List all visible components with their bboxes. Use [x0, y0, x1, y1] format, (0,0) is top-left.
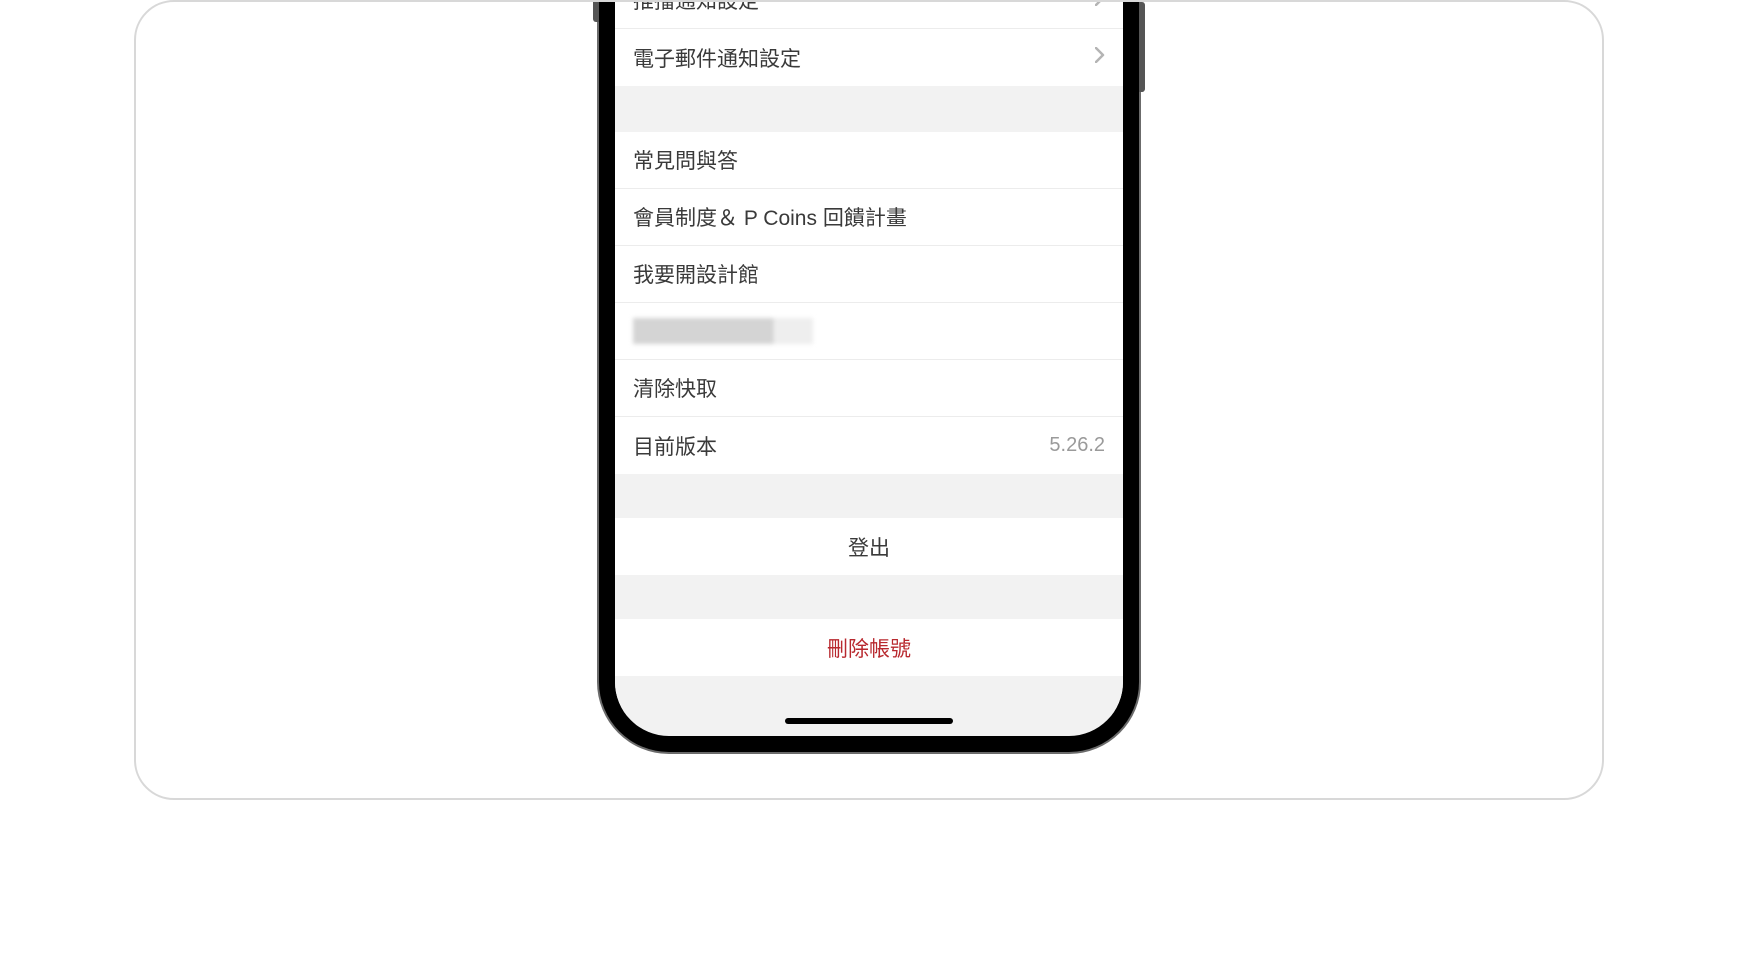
membership-label: 會員制度＆ P Coins 回饋計畫: [633, 202, 907, 232]
phone-wrapper: 推播通知設定 電子郵件通知設定: [599, 0, 1139, 752]
faq-row[interactable]: 常見問與答: [615, 132, 1123, 189]
section-gap: [615, 575, 1123, 619]
open-shop-label: 我要開設計館: [633, 259, 759, 289]
push-notification-label: 推播通知設定: [633, 0, 759, 15]
phone-device-frame: 推播通知設定 電子郵件通知設定: [599, 0, 1139, 752]
section-gap: [615, 474, 1123, 518]
chevron-right-icon: [1095, 0, 1105, 11]
version-value: 5.26.2: [1049, 434, 1105, 457]
delete-account-label: 刪除帳號: [827, 633, 911, 663]
push-notification-row[interactable]: 推播通知設定: [615, 0, 1123, 29]
version-row: 目前版本 5.26.2: [615, 417, 1123, 474]
bottom-fill: [615, 676, 1123, 716]
email-notification-row[interactable]: 電子郵件通知設定: [615, 29, 1123, 86]
phone-side-button-left: [593, 0, 599, 22]
email-notification-label: 電子郵件通知設定: [633, 43, 801, 73]
version-label: 目前版本: [633, 431, 717, 461]
phone-side-button-right: [1139, 2, 1145, 92]
redacted-content: [633, 318, 813, 344]
faq-label: 常見問與答: [633, 145, 738, 175]
logout-label: 登出: [848, 532, 890, 562]
open-shop-row[interactable]: 我要開設計館: [615, 246, 1123, 303]
notification-settings-section: 推播通知設定 電子郵件通知設定: [615, 0, 1123, 86]
section-gap: [615, 86, 1123, 132]
logout-button[interactable]: 登出: [615, 518, 1123, 575]
membership-row[interactable]: 會員制度＆ P Coins 回饋計畫: [615, 189, 1123, 246]
document-frame: 推播通知設定 電子郵件通知設定: [134, 0, 1604, 800]
chevron-right-icon: [1095, 47, 1105, 68]
info-section: 常見問與答 會員制度＆ P Coins 回饋計畫 我要開設計館 清除快取: [615, 132, 1123, 474]
clear-cache-label: 清除快取: [633, 373, 717, 403]
clear-cache-row[interactable]: 清除快取: [615, 360, 1123, 417]
delete-account-button[interactable]: 刪除帳號: [615, 619, 1123, 676]
redacted-row[interactable]: [615, 303, 1123, 360]
home-indicator[interactable]: [785, 718, 953, 724]
phone-screen: 推播通知設定 電子郵件通知設定: [615, 0, 1123, 736]
